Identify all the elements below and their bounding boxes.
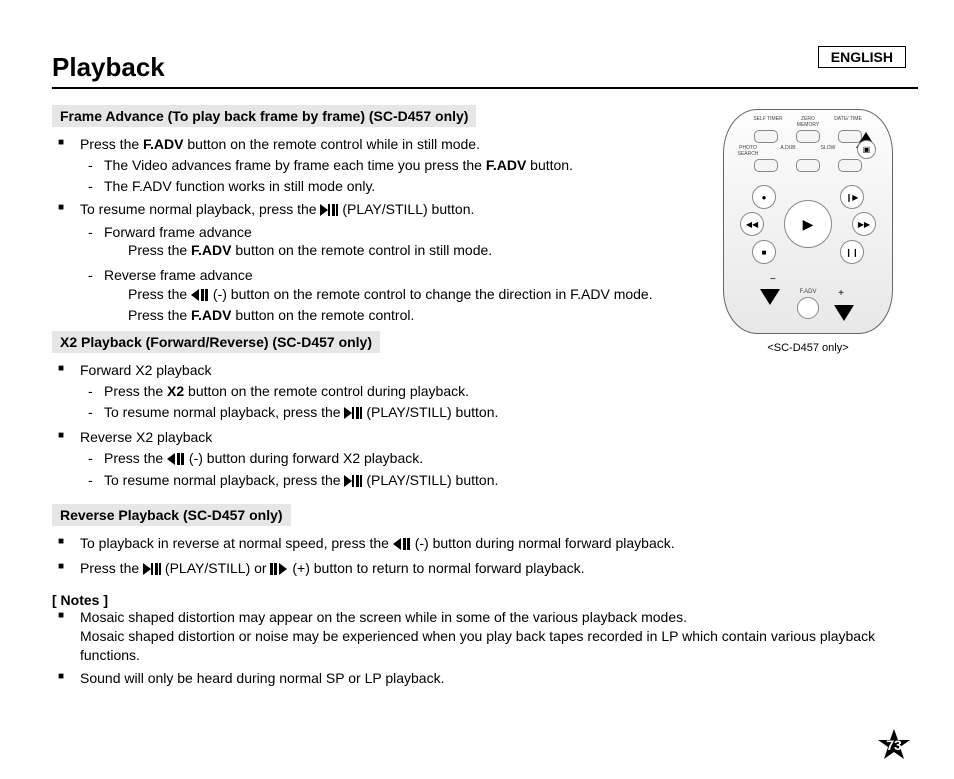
frame-advance-list: Press the F.ADV button on the remote con… xyxy=(52,135,690,325)
heading-x2: X2 Playback (Forward/Reverse) (SC-D457 o… xyxy=(52,331,380,353)
x2-item-1: Forward X2 playback Press the X2 button … xyxy=(52,361,690,424)
remote-btn-self-timer xyxy=(754,130,778,143)
remote-btn-zero-memory xyxy=(796,130,820,143)
forward-pause-icon xyxy=(270,561,288,580)
remote-btn-stop: ■ xyxy=(752,240,776,264)
remote-label-photo-search: PHOTO SEARCH xyxy=(732,145,764,157)
notes-item-1: Mosaic shaped distortion may appear on t… xyxy=(52,608,918,665)
remote-btn-fast-forward: ▶▶ xyxy=(852,212,876,236)
fa-item-2: To resume normal playback, press the (PL… xyxy=(52,200,690,325)
remote-label-adub: A.DUB xyxy=(772,145,804,157)
notes-title: [ Notes ] xyxy=(52,592,918,608)
remote-btn-adub xyxy=(796,159,820,172)
language-label: ENGLISH xyxy=(818,46,906,68)
x2-list: Forward X2 playback Press the X2 button … xyxy=(52,361,690,492)
remote-fadv-area: F.ADV xyxy=(797,289,819,319)
remote-label-fadv: F.ADV xyxy=(799,289,816,295)
fa-item-1: Press the F.ADV button on the remote con… xyxy=(52,135,690,196)
remote-btn-photo-search xyxy=(754,159,778,172)
pointer-arrow-minus-icon xyxy=(760,289,780,305)
figure-column: SELF TIMER ZERO MEMORY DATE/ TIME PHOTO … xyxy=(698,99,918,498)
heading-frame-advance: Frame Advance (To play back frame by fra… xyxy=(52,105,476,127)
remote-label-zero-memory: ZERO MEMORY xyxy=(792,116,824,128)
play-still-icon xyxy=(143,561,161,580)
reverse-pause-icon xyxy=(167,451,185,470)
remote-btn-rec: ● xyxy=(752,185,776,209)
play-still-icon xyxy=(320,202,338,221)
reverse-list: To playback in reverse at normal speed, … xyxy=(52,534,918,580)
remote-plus-label: + xyxy=(838,288,844,299)
manual-page: ENGLISH Playback Frame Advance (To play … xyxy=(0,0,954,779)
text-column: Frame Advance (To play back frame by fra… xyxy=(52,99,690,498)
remote-btn-slow xyxy=(838,159,862,172)
reverse-pause-icon xyxy=(191,287,209,306)
page-number-badge: 73 xyxy=(878,729,910,761)
pointer-arrow-fadv-icon xyxy=(834,305,854,321)
play-still-icon xyxy=(344,405,362,424)
figure-caption: <SC-D457 only> xyxy=(698,342,918,354)
remote-label-slow: SLOW xyxy=(812,145,844,157)
remote-btn-rewind: ◀◀ xyxy=(740,212,764,236)
notes-item-2: Sound will only be heard during normal S… xyxy=(52,669,918,688)
reverse-item-2: Press the (PLAY/STILL) or (+) button to … xyxy=(52,559,918,580)
x2-item-1-d2: To resume normal playback, press the (PL… xyxy=(80,403,690,424)
play-still-icon xyxy=(344,473,362,492)
notes-list: Mosaic shaped distortion may appear on t… xyxy=(52,608,918,688)
remote-btn-x2: ▣ xyxy=(857,140,876,159)
reverse-pause-icon xyxy=(393,536,411,555)
page-title: Playback xyxy=(52,52,918,83)
fa-item-1-d1: The Video advances frame by frame each t… xyxy=(80,156,690,175)
heading-reverse: Reverse Playback (SC-D457 only) xyxy=(52,504,291,526)
remote-label-self-timer: SELF TIMER xyxy=(752,116,784,128)
remote-btn-play: ▶ xyxy=(784,200,832,248)
x2-item-2-d2: To resume normal playback, press the (PL… xyxy=(80,471,690,492)
x2-item-2-d1: Press the (-) button during forward X2 p… xyxy=(80,449,690,470)
title-rule xyxy=(52,87,918,89)
fa-item-2-d2: Reverse frame advance Press the (-) butt… xyxy=(80,266,690,325)
fa-item-2-d1: Forward frame advance Press the F.ADV bu… xyxy=(80,223,690,261)
remote-btn-pause: ❙❙ xyxy=(840,240,864,264)
fa-item-1-d2: The F.ADV function works in still mode o… xyxy=(80,177,690,196)
remote-btn-frame-forward: ❙▶ xyxy=(840,185,864,209)
reverse-item-1: To playback in reverse at normal speed, … xyxy=(52,534,918,555)
remote-label-date-time: DATE/ TIME xyxy=(832,116,864,128)
x2-item-2: Reverse X2 playback Press the (-) button… xyxy=(52,428,690,493)
page-number: 73 xyxy=(886,737,902,753)
reverse-section: Reverse Playback (SC-D457 only) To playb… xyxy=(52,504,918,580)
main-area: Frame Advance (To play back frame by fra… xyxy=(52,99,918,498)
remote-btn-fadv xyxy=(797,297,819,319)
x2-item-1-d1: Press the X2 button on the remote contro… xyxy=(80,382,690,401)
remote-minus-label: − xyxy=(770,274,776,285)
remote-control-diagram: SELF TIMER ZERO MEMORY DATE/ TIME PHOTO … xyxy=(723,109,893,334)
